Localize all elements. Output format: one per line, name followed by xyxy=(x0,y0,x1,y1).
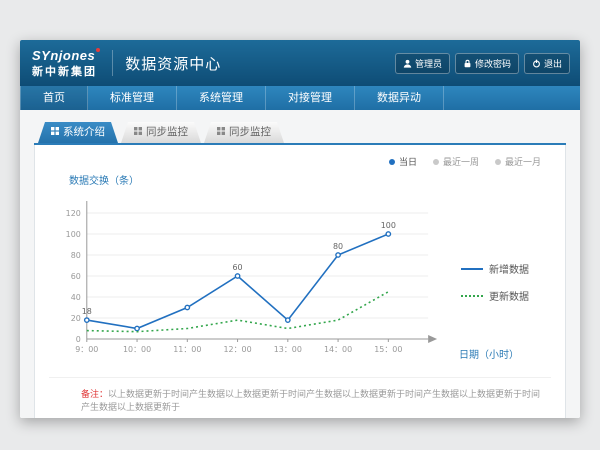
legend-label: 新增数据 xyxy=(489,261,529,276)
legend-dot-icon xyxy=(389,159,395,165)
svg-text:11：00: 11：00 xyxy=(173,345,201,354)
content-area: 系统介绍 同步监控 同步监控 当日 xyxy=(20,110,580,418)
logo-company-name: 新中新集团 xyxy=(32,67,100,78)
logout-label: 退出 xyxy=(544,57,562,70)
svg-text:0: 0 xyxy=(76,335,81,344)
svg-text:100: 100 xyxy=(381,221,396,230)
app-header: SYnjones 新中新集团 数据资源中心 管理员 修改密码 xyxy=(20,40,580,86)
chart-row: 0 20 40 60 80 100 120 9：00 10：00 11：00 12：00 13：00 1… xyxy=(45,187,555,377)
main-nav: 首页 标准管理 系统管理 对接管理 数据异动 xyxy=(20,86,580,110)
footnote: 备注：以上数据更新于时间产生数据以上数据更新于时间产生数据以上数据更新于时间产生… xyxy=(49,377,551,418)
svg-text:9：00: 9：00 xyxy=(75,345,98,354)
legend-dot-icon xyxy=(495,159,501,165)
svg-text:60: 60 xyxy=(71,272,81,281)
svg-text:20: 20 xyxy=(71,314,81,323)
svg-text:12：00: 12：00 xyxy=(223,345,251,354)
header-divider xyxy=(112,50,113,76)
chart-panel: 当日 最近一周 最近一月 数据交换（条） 0 20 40 60 80 100 120 9：00… xyxy=(34,145,566,418)
logo-red-dot xyxy=(96,48,100,52)
tab-label: 系统介绍 xyxy=(63,122,105,143)
power-icon xyxy=(532,59,541,68)
footnote-label: 备注： xyxy=(81,389,108,399)
brand-logo: SYnjones 新中新集团 xyxy=(32,48,100,78)
svg-text:40: 40 xyxy=(71,293,81,302)
legend-item-new-data[interactable]: 新增数据 xyxy=(461,261,555,276)
filter-label: 最近一月 xyxy=(505,155,541,168)
change-password-label: 修改密码 xyxy=(475,57,511,70)
svg-text:80: 80 xyxy=(333,242,343,251)
x-axis-title: 日期（小时） xyxy=(459,346,519,361)
grid-icon xyxy=(217,122,225,143)
svg-text:15：00: 15：00 xyxy=(374,345,402,354)
svg-text:14：00: 14：00 xyxy=(324,345,352,354)
filter-last-week[interactable]: 最近一周 xyxy=(433,155,479,168)
nav-item-system-mgmt[interactable]: 系统管理 xyxy=(177,86,266,110)
y-axis-title: 数据交换（条） xyxy=(45,168,555,187)
user-icon xyxy=(403,59,412,68)
grid-icon xyxy=(134,122,142,143)
user-actions: 管理员 修改密码 退出 xyxy=(395,53,570,74)
svg-text:80: 80 xyxy=(71,251,81,260)
filter-label: 最近一周 xyxy=(443,155,479,168)
svg-text:60: 60 xyxy=(233,263,243,272)
nav-item-home[interactable]: 首页 xyxy=(20,86,88,110)
time-filter-legend: 当日 最近一周 最近一月 xyxy=(45,145,555,168)
tab-label: 同步监控 xyxy=(146,122,188,143)
filter-today[interactable]: 当日 xyxy=(389,155,417,168)
page-title: 数据资源中心 xyxy=(125,53,221,74)
legend-label: 更新数据 xyxy=(489,288,529,303)
tab-bar: 系统介绍 同步监控 同步监控 xyxy=(34,122,566,143)
admin-button-label: 管理员 xyxy=(415,57,442,70)
line-chart: 0 20 40 60 80 100 120 9：00 10：00 11：00 12：00 13：00 1… xyxy=(45,187,455,377)
svg-text:120: 120 xyxy=(66,209,81,218)
logo-text: SYnjones xyxy=(32,48,95,63)
change-password-button[interactable]: 修改密码 xyxy=(455,53,519,74)
svg-text:10：00: 10：00 xyxy=(123,345,151,354)
svg-text:13：00: 13：00 xyxy=(274,345,302,354)
footnote-text: 以上数据更新于时间产生数据以上数据更新于时间产生数据以上数据更新于时间产生数据以… xyxy=(81,389,540,412)
app-window: SYnjones 新中新集团 数据资源中心 管理员 修改密码 xyxy=(20,40,580,418)
logout-button[interactable]: 退出 xyxy=(524,53,570,74)
tab-sync-monitor-2[interactable]: 同步监控 xyxy=(204,122,284,143)
filter-last-month[interactable]: 最近一月 xyxy=(495,155,541,168)
tab-label: 同步监控 xyxy=(229,122,271,143)
dotted-line-icon xyxy=(461,295,483,297)
svg-text:100: 100 xyxy=(66,230,81,239)
filter-label: 当日 xyxy=(399,155,417,168)
tab-sync-monitor-1[interactable]: 同步监控 xyxy=(121,122,201,143)
nav-item-standard-mgmt[interactable]: 标准管理 xyxy=(88,86,177,110)
solid-line-icon xyxy=(461,268,483,270)
series-legend: 新增数据 更新数据 日期（小时） xyxy=(455,187,555,377)
grid-icon xyxy=(51,122,59,143)
nav-item-data-change[interactable]: 数据异动 xyxy=(355,86,444,110)
legend-dot-icon xyxy=(433,159,439,165)
svg-text:18: 18 xyxy=(82,307,92,316)
tab-system-intro[interactable]: 系统介绍 xyxy=(38,122,118,143)
legend-item-update-data[interactable]: 更新数据 xyxy=(461,288,555,303)
nav-item-connection-mgmt[interactable]: 对接管理 xyxy=(266,86,355,110)
admin-button[interactable]: 管理员 xyxy=(395,53,450,74)
lock-icon xyxy=(463,59,472,68)
